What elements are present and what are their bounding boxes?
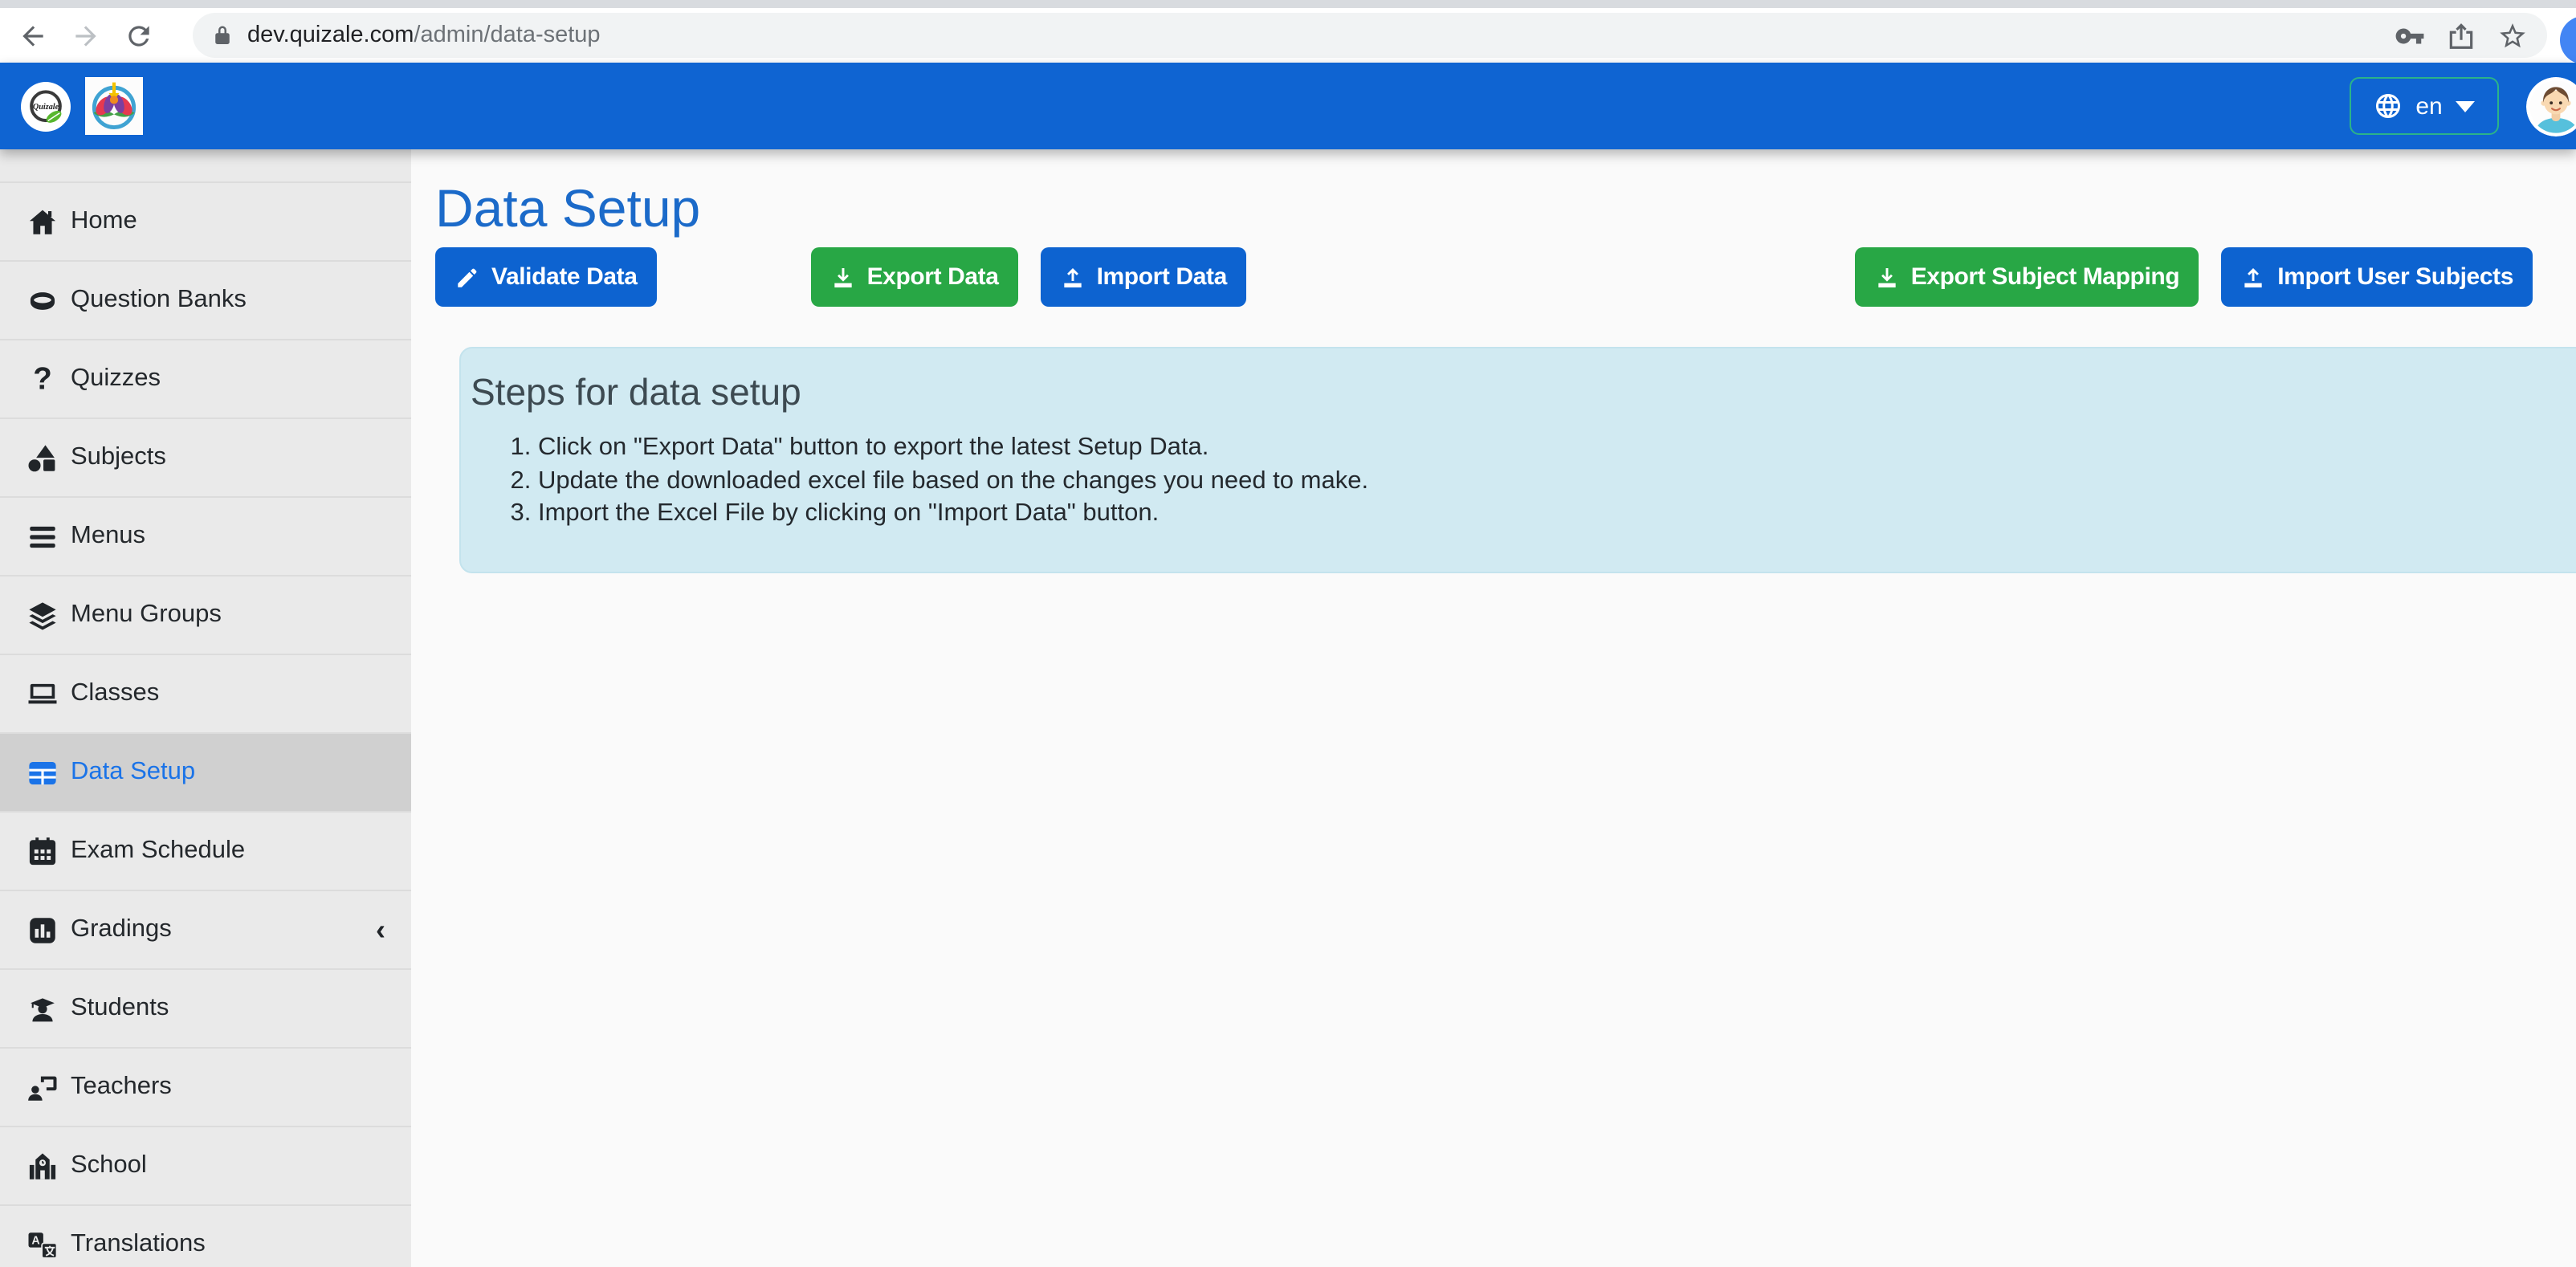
sidebar-item-quizzes[interactable]: ? Quizzes (0, 339, 411, 418)
sidebar-item-label: School (71, 1151, 147, 1180)
screenshot-stage: dev.quizale.com/admin/data-setup Quizale (0, 0, 2576, 1267)
button-label: Export Subject Mapping (1911, 263, 2180, 291)
download-icon (1874, 264, 1900, 290)
import-data-button[interactable]: Import Data (1041, 247, 1246, 307)
forward-icon (70, 20, 100, 51)
teachers-icon (25, 1070, 59, 1104)
school-icon (25, 1149, 59, 1183)
sidebar-item-label: Data Setup (71, 758, 195, 787)
school-lotus-logo[interactable] (85, 77, 143, 135)
download-icon (830, 264, 856, 290)
sidebar-item-label: Translations (71, 1230, 206, 1259)
sidebar-item-label: Question Banks (71, 286, 247, 315)
sidebar-item-label: Menus (71, 522, 145, 551)
back-button[interactable] (14, 18, 50, 53)
sidebar-item-label: Teachers (71, 1073, 172, 1102)
browser-toolbar: dev.quizale.com/admin/data-setup (0, 8, 2576, 63)
step-item: Import the Excel File by clicking on "Im… (538, 498, 2576, 531)
translations-icon: A (25, 1228, 59, 1261)
sidebar-item-exam-schedule[interactable]: Exam Schedule (0, 811, 411, 890)
import-user-subjects-button[interactable]: Import User Subjects (2221, 247, 2533, 307)
browser-profile-avatar[interactable] (2560, 16, 2576, 64)
sidebar-item-label: Subjects (71, 443, 166, 472)
menus-icon (25, 519, 59, 553)
action-button-row: Validate Data Export Data Import Data Ex… (435, 247, 2576, 307)
sidebar-item-menus[interactable]: Menus (0, 496, 411, 575)
svg-text:?: ? (32, 362, 51, 395)
sidebar-item-label: Students (71, 994, 169, 1023)
step-item: Update the downloaded excel file based o… (538, 465, 2576, 498)
classes-icon (25, 677, 59, 711)
url-path: /admin/data-setup (414, 22, 600, 48)
sidebar-item-question-banks[interactable]: Question Banks (0, 260, 411, 339)
lock-icon[interactable] (210, 23, 234, 47)
sidebar-item-menu-groups[interactable]: Menu Groups (0, 575, 411, 654)
sidebar-item-gradings[interactable]: Gradings ‹ (0, 890, 411, 968)
app-header: Quizale en (0, 63, 2576, 149)
sidebar-item-subjects[interactable]: Subjects (0, 418, 411, 496)
button-label: Export Data (867, 263, 999, 291)
back-icon (17, 20, 47, 51)
sidebar-item-label: Classes (71, 679, 159, 708)
sidebar-item-label: Quizzes (71, 365, 161, 393)
export-data-button[interactable]: Export Data (811, 247, 1018, 307)
sidebar-item-label: Exam Schedule (71, 837, 245, 866)
language-label: en (2415, 92, 2442, 120)
steps-info-box: Steps for data setup Click on "Export Da… (459, 347, 2576, 573)
steps-list: Click on "Export Data" button to export … (471, 432, 2576, 531)
step-item: Click on "Export Data" button to export … (538, 432, 2576, 465)
quizale-logo[interactable]: Quizale (21, 81, 71, 131)
gradings-icon (25, 913, 59, 947)
bookmark-star-icon[interactable] (2497, 20, 2528, 51)
reload-button[interactable] (120, 18, 156, 53)
menu-groups-icon (25, 598, 59, 632)
sidebar-item-label: Menu Groups (71, 601, 222, 629)
globe-icon (2374, 92, 2403, 120)
sidebar-item-teachers[interactable]: Teachers (0, 1047, 411, 1126)
button-label: Import Data (1097, 263, 1227, 291)
chevron-left-icon: ‹ (376, 915, 385, 944)
steps-title: Steps for data setup (471, 371, 2576, 414)
upload-icon (1060, 264, 1086, 290)
exam-schedule-icon (25, 834, 59, 868)
students-icon (25, 992, 59, 1025)
subjects-icon (25, 441, 59, 475)
page-title: Data Setup (435, 178, 2576, 239)
caret-down-icon (2456, 100, 2475, 112)
sidebar-nav: Home Question Banks ? Quizzes Subjects M… (0, 149, 411, 1267)
pen-icon (454, 264, 480, 290)
sidebar-item-home[interactable]: Home (0, 181, 411, 260)
sidebar-item-label: Home (71, 207, 137, 236)
key-icon[interactable] (2395, 20, 2425, 51)
sidebar-item-classes[interactable]: Classes (0, 654, 411, 732)
browser-tabstrip (0, 0, 2576, 8)
button-label: Validate Data (491, 263, 638, 291)
svg-text:Quizale: Quizale (33, 102, 59, 111)
url-text: dev.quizale.com/admin/data-setup (247, 22, 601, 48)
upload-icon (2240, 264, 2266, 290)
url-domain: dev.quizale.com (247, 22, 414, 48)
sidebar-item-translations[interactable]: A Translations (0, 1204, 411, 1267)
svg-text:A: A (31, 1234, 39, 1247)
sidebar-item-students[interactable]: Students (0, 968, 411, 1047)
language-dropdown[interactable]: en (2350, 77, 2499, 135)
validate-data-button[interactable]: Validate Data (435, 247, 657, 307)
button-label: Import User Subjects (2277, 263, 2513, 291)
export-subject-mapping-button[interactable]: Export Subject Mapping (1855, 247, 2199, 307)
sidebar-item-data-setup[interactable]: Data Setup (0, 732, 411, 811)
home-icon (25, 205, 59, 238)
sidebar-item-school[interactable]: School (0, 1126, 411, 1204)
main-content: Data Setup Validate Data Export Data Imp… (411, 149, 2576, 1267)
share-icon[interactable] (2446, 20, 2476, 51)
question-banks-icon (25, 283, 59, 317)
url-bar[interactable]: dev.quizale.com/admin/data-setup (193, 13, 2547, 58)
reload-icon (123, 20, 153, 51)
forward-button[interactable] (67, 18, 103, 53)
quizzes-icon: ? (25, 362, 59, 396)
sidebar-item-label: Gradings (71, 915, 172, 944)
data-setup-icon (25, 756, 59, 789)
user-avatar[interactable] (2526, 76, 2576, 136)
